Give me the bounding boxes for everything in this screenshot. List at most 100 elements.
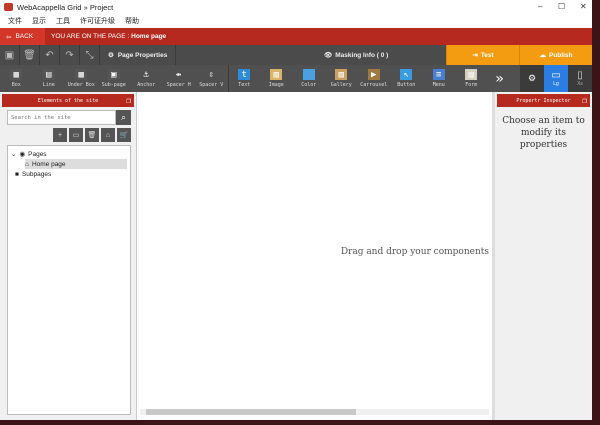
line-icon: ▤ [42,69,55,80]
masking-info-button[interactable]: 👁 Masking Info ( 0 ) [176,45,446,65]
delete-icon[interactable]: 🗑 [85,128,99,142]
site-search: ⌕ [7,110,131,125]
design-canvas[interactable]: Drag and drop your components [137,92,495,420]
component-sub-page[interactable]: ▣ Sub-page [98,65,131,92]
publish-button[interactable]: ☁ Publish [519,45,592,65]
add-folder-icon[interactable]: ▭ [69,128,83,142]
chevron-down-icon: ⌄ [11,151,17,158]
component-label: Color [301,82,317,88]
settings-gear-icon[interactable]: ⚙ [520,65,544,92]
component-label: Menu [432,82,445,88]
component-label: Spacer H [166,82,191,88]
canvas-hint: Drag and drop your components [340,247,489,257]
device-lg-button[interactable]: ▭ Lg [544,65,568,92]
masking-info-label: Masking Info ( 0 ) [335,51,389,59]
tree-item-home-page[interactable]: ⌂ Home page [25,159,127,169]
component-label: Button [397,82,416,88]
component-line[interactable]: ▤ Line [33,65,66,92]
cloud-upload-icon: ☁ [539,52,547,59]
spacer-v-icon: ⇳ [208,69,214,80]
scrollbar-thumb[interactable] [146,409,356,415]
component-carrousel[interactable]: ▶ Carrousel [358,65,391,92]
component-box[interactable]: ▦ Box [0,65,33,92]
color-icon [302,69,315,80]
component-color[interactable]: Color [293,65,326,92]
window-title: WebAcappella Grid » Project [17,2,114,12]
tree-item-subpages[interactable]: ■ Subpages [15,169,127,179]
cart-icon[interactable]: 🛒 [117,128,131,142]
under-box-icon: ▦ [75,69,88,80]
redo-icon[interactable]: ↷ [60,45,80,65]
site-search-input[interactable] [7,110,116,125]
button-icon: ↖ [400,69,413,80]
app-logo-icon [4,3,13,11]
page-prefix: YOU ARE ON THE PAGE : [51,33,130,40]
image-icon: ▨ [270,69,283,80]
component-menu[interactable]: ≡ Menu [423,65,456,92]
gallery-icon: ▨ [335,69,348,80]
save-icon[interactable]: ▣ [0,45,20,65]
property-inspector-title: Propertr Inspector [516,97,571,104]
component-spacer-h[interactable]: ⇹ Spacer H [163,65,196,92]
globe-icon: ◉ [19,151,26,158]
site-elements-panel: Elements of the site ❐ ⌕ + ▭ 🗑 ⌂ 🛒 ⌄◉Page… [0,92,137,420]
component-gallery[interactable]: ▨ Gallery [325,65,358,92]
menu-bar: 文件 显示 工具 许可证升级 帮助 [0,14,592,28]
minimize-button[interactable]: – [538,2,542,11]
back-icon: ⇦ [6,33,12,41]
component-anchor[interactable]: ⚓ Anchor [130,65,163,92]
test-button[interactable]: ⇥ Test [446,45,519,65]
gears-icon: ⚙ [108,52,114,59]
device-xs-button[interactable]: ▯ Xs [568,65,592,92]
home-icon[interactable]: ⌂ [101,128,115,142]
current-page-name: Home page [131,33,167,40]
publish-label: Publish [549,51,573,59]
component-label: Line [42,82,55,88]
component-form[interactable]: ▤ Form [455,65,488,92]
text-icon: t [238,69,251,80]
more-components-button[interactable]: » [488,65,512,92]
back-button[interactable]: ⇦ BACK [0,28,45,45]
tree-label: Home page [31,160,66,168]
close-button[interactable]: ✕ [580,2,587,11]
menu-help[interactable]: 帮助 [125,16,139,26]
tree-item-pages[interactable]: ⌄ ◉ Pages [11,149,127,159]
component-button[interactable]: ↖ Button [390,65,423,92]
compress-icon[interactable]: ⤡ [80,45,100,65]
page-properties-button[interactable]: ⚙ Page Properties [100,45,177,65]
component-under-box[interactable]: ▦ Under Box [65,65,98,92]
property-inspector-hint: Choose an item to modify its properties [502,116,585,150]
folder-icon: ■ [15,170,19,178]
sub-page-icon: ▣ [107,69,120,80]
form-icon: ▤ [465,69,478,80]
menu-license[interactable]: 许可证升级 [80,16,115,26]
component-label: Image [268,82,284,88]
tree-label: Pages [28,150,47,158]
menu-tools[interactable]: 工具 [56,16,70,26]
test-icon: ⇥ [472,52,478,59]
detach-panel-icon[interactable]: ❐ [582,96,587,105]
detach-panel-icon[interactable]: ❐ [126,96,131,105]
component-label: Anchor [137,82,156,88]
component-image[interactable]: ▨ Image [260,65,293,92]
component-label: Form [465,82,478,88]
site-elements-title: Elements of the site [37,97,99,104]
workspace: Elements of the site ❐ ⌕ + ▭ 🗑 ⌂ 🛒 ⌄◉Page… [0,92,592,420]
menu-view[interactable]: 显示 [32,16,46,26]
trash-icon[interactable]: 🗑 [20,45,40,65]
component-label: Box [11,82,21,88]
components-toolbar: ▦ Box ▤ Line ▦ Under Box ▣ Sub-page ⚓ Anchor ⇹ Spac… [0,65,592,92]
page-bar: ⇦ BACK YOU ARE ON THE PAGE : Home page [0,28,592,45]
undo-icon[interactable]: ↶ [40,45,60,65]
component-text[interactable]: t Text [227,65,261,92]
device-lg-label: Lg [553,81,559,87]
maximize-button[interactable]: ☐ [558,2,565,11]
site-tree: ⌄ ◉ Pages ⌂ Home page ■ Subpages [7,145,131,415]
search-icon[interactable]: ⌕ [116,110,131,125]
add-page-icon[interactable]: + [53,128,67,142]
component-label: Under Box [67,82,95,88]
property-inspector-header: Propertr Inspector ❐ [497,94,590,107]
menu-file[interactable]: 文件 [8,16,22,26]
component-spacer-v[interactable]: ⇳ Spacer V [195,65,228,92]
horizontal-scrollbar[interactable] [140,409,489,415]
